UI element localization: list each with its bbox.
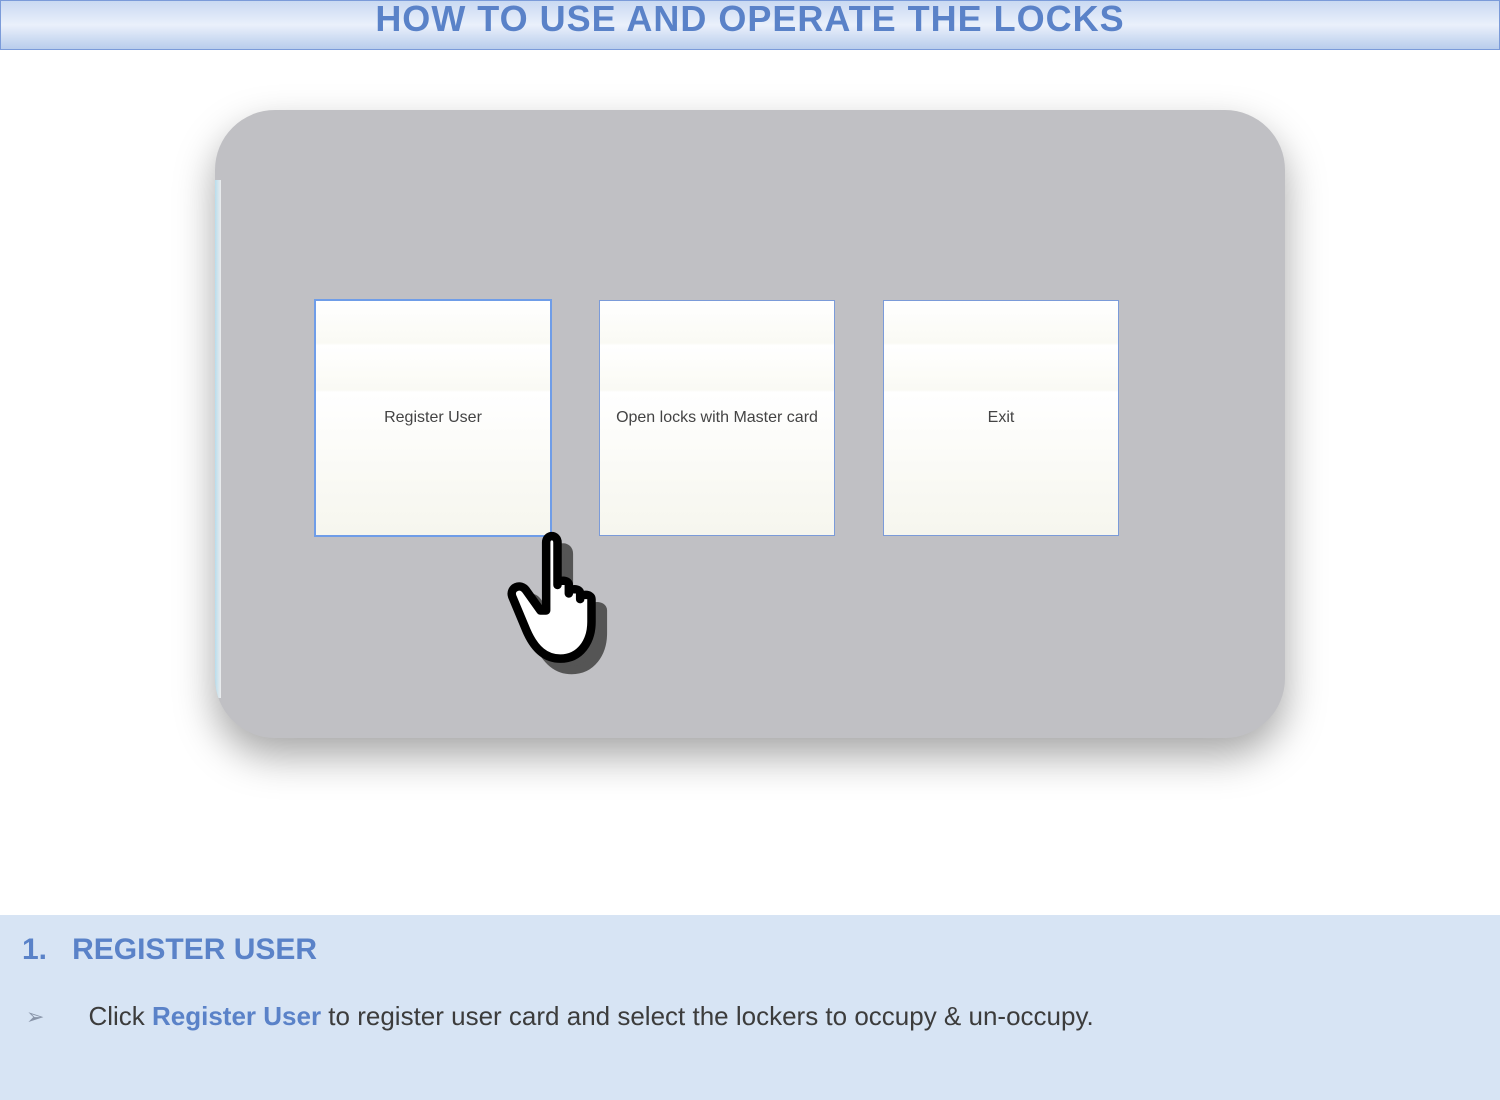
instruction-text-after: to register user card and select the loc… [321, 1001, 1094, 1031]
page-title: HOW TO USE AND OPERATE THE LOCKS [375, 0, 1124, 40]
app-screenshot: Register User Open locks with Master car… [215, 110, 1285, 738]
exit-button[interactable]: Exit [883, 300, 1119, 536]
exit-button-label: Exit [988, 409, 1015, 427]
register-user-button[interactable]: Register User [315, 300, 551, 536]
window-left-edge [215, 180, 221, 698]
instruction-bullet: ➢ Click Register User to register user c… [26, 1001, 1500, 1032]
instruction-panel: 1. REGISTER USER ➢ Click Register User t… [0, 915, 1500, 1100]
section-number: 1. [22, 933, 47, 966]
open-locks-master-button[interactable]: Open locks with Master card [599, 300, 835, 536]
title-bar: HOW TO USE AND OPERATE THE LOCKS [0, 0, 1500, 50]
instruction-text-before: Click [88, 1001, 152, 1031]
instruction-text-highlight: Register User [152, 1001, 321, 1031]
section-label: REGISTER USER [72, 933, 317, 966]
instruction-text: Click Register User to register user car… [88, 1001, 1093, 1032]
register-user-button-label: Register User [384, 409, 482, 427]
section-heading: 1. REGISTER USER [22, 933, 1500, 967]
open-locks-master-button-label: Open locks with Master card [616, 409, 818, 427]
pointer-hand-icon [498, 517, 668, 687]
bullet-arrow-icon: ➢ [26, 1004, 44, 1030]
screenshot-container: Register User Open locks with Master car… [0, 110, 1500, 738]
main-menu-buttons: Register User Open locks with Master car… [315, 300, 1119, 536]
